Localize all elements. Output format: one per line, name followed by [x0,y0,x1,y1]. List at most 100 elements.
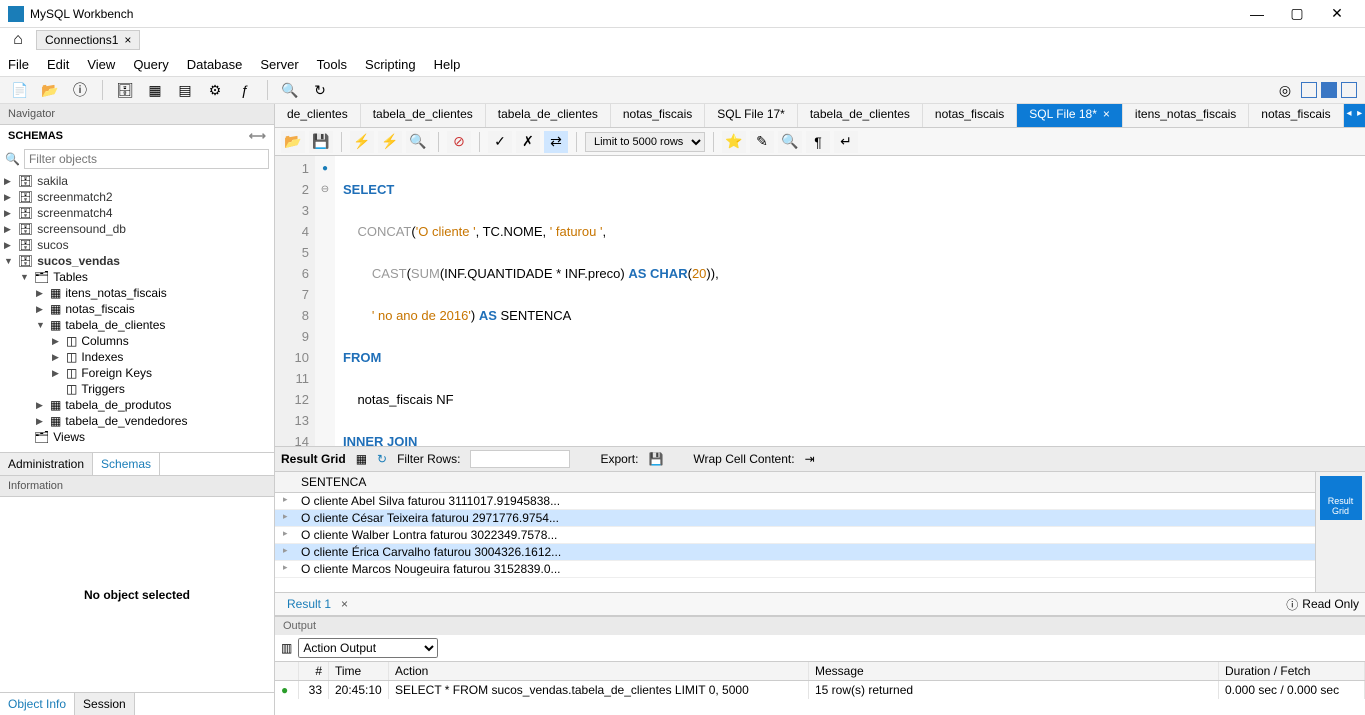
file-tab[interactable]: de_clientes [275,104,361,127]
table-itens[interactable]: itens_notas_fiscais [65,286,166,300]
commit-icon[interactable]: ✓ [488,131,512,153]
rollback-icon[interactable]: ✗ [516,131,540,153]
close-icon[interactable]: × [1103,107,1110,121]
tab-object-info[interactable]: Object Info [0,693,75,715]
file-tab[interactable]: tabela_de_clientes [486,104,611,127]
filter-input[interactable] [24,149,269,169]
add-schema-icon[interactable]: 🗄 [113,79,137,101]
output-history-icon[interactable]: ▥ [281,641,292,655]
toggle-sidebar-icon[interactable] [1301,82,1317,98]
toggle-secondary-icon[interactable] [1321,82,1337,98]
db-sucos-vendas[interactable]: sucos_vendas [37,254,120,268]
new-sql-tab-icon[interactable]: 📄 [8,79,32,101]
grid-row[interactable]: O cliente Abel Silva faturou 3111017.919… [275,493,1315,510]
db-search-icon[interactable]: 🔍 [278,79,302,101]
filter-rows-input[interactable] [470,450,570,468]
refresh-icon[interactable]: ↻ [377,452,387,466]
stop-icon[interactable]: ⊘ [447,131,471,153]
execute-current-icon[interactable]: ⚡ [378,131,402,153]
wrap-icon[interactable]: ↵ [834,131,858,153]
output-type-select[interactable]: Action Output [298,638,438,658]
output-grid[interactable]: # Time Action Message Duration / Fetch ●… [275,661,1365,715]
menu-edit[interactable]: Edit [47,57,69,72]
add-func-icon[interactable]: ƒ [233,79,257,101]
menu-view[interactable]: View [87,57,115,72]
menu-server[interactable]: Server [260,57,298,72]
home-icon[interactable]: ⌂ [0,31,36,49]
add-proc-icon[interactable]: ⚙ [203,79,227,101]
open-icon[interactable]: 📂 [281,131,305,153]
db-screensound[interactable]: screensound_db [37,222,126,236]
tables-folder[interactable]: Tables [53,270,88,284]
find-icon[interactable]: 🔍 [778,131,802,153]
file-tab[interactable]: itens_notas_fiscais [1123,104,1249,127]
db-screenmatch4[interactable]: screenmatch4 [37,206,112,220]
grid-row[interactable]: O cliente Marcos Nougeuira faturou 31528… [275,561,1315,578]
export-icon[interactable]: 💾 [648,452,663,466]
file-tab[interactable]: tabela_de_clientes [361,104,486,127]
menu-help[interactable]: Help [434,57,461,72]
result-grid[interactable]: SENTENCA O cliente Abel Silva faturou 31… [275,472,1315,592]
brush-icon[interactable]: ✎ [750,131,774,153]
file-tab[interactable]: SQL File 17* [705,104,798,127]
execute-icon[interactable]: ⚡ [350,131,374,153]
schema-tree[interactable]: ▶🗄sakila ▶🗄screenmatch2 ▶🗄screenmatch4 ▶… [0,171,274,452]
columns-folder[interactable]: Columns [81,334,128,348]
add-view-icon[interactable]: ▤ [173,79,197,101]
grid-row[interactable]: O cliente César Teixeira faturou 2971776… [275,510,1315,527]
db-sucos[interactable]: sucos [37,238,68,252]
beautify-icon[interactable]: ⭐ [722,131,746,153]
wrap-icon[interactable]: ⇥ [805,452,815,466]
file-tab[interactable]: tabela_de_clientes [798,104,923,127]
db-screenmatch2[interactable]: screenmatch2 [37,190,112,204]
toggle-output-icon[interactable] [1341,82,1357,98]
views-folder[interactable]: Views [53,430,85,444]
sql-editor[interactable]: 1234567891011121314 ●⊖ SELECT CONCAT('O … [275,156,1365,446]
minimize-button[interactable]: — [1237,6,1277,22]
table-vendedores[interactable]: tabela_de_vendedores [65,414,187,428]
grid-icon[interactable]: ▦ [356,452,367,466]
tab-schemas[interactable]: Schemas [93,453,160,475]
fk-folder[interactable]: Foreign Keys [81,366,152,380]
grid-row[interactable]: O cliente Walber Lontra faturou 3022349.… [275,527,1315,544]
table-clientes[interactable]: tabela_de_clientes [65,318,165,332]
maximize-button[interactable]: ▢ [1277,5,1317,22]
tab-administration[interactable]: Administration [0,453,93,475]
close-button[interactable]: ✕ [1317,5,1357,22]
table-produtos[interactable]: tabela_de_produtos [65,398,171,412]
menu-tools[interactable]: Tools [317,57,347,72]
autocommit-icon[interactable]: ⇄ [544,131,568,153]
column-header[interactable]: SENTENCA [275,472,1315,493]
db-sakila[interactable]: sakila [37,174,68,188]
menu-database[interactable]: Database [187,57,243,72]
save-icon[interactable]: 💾 [309,131,333,153]
file-tab-active[interactable]: SQL File 18*× [1017,104,1123,127]
code-area[interactable]: SELECT CONCAT('O cliente ', TC.NOME, ' f… [335,156,1365,446]
limit-select[interactable]: Limit to 5000 rows [585,132,705,152]
file-tab[interactable]: notas_fiscais [1249,104,1343,127]
triggers-folder[interactable]: Triggers [81,382,125,396]
menu-query[interactable]: Query [133,57,168,72]
grid-row[interactable]: O cliente Érica Carvalho faturou 3004326… [275,544,1315,561]
file-tab[interactable]: notas_fiscais [611,104,705,127]
explain-icon[interactable]: 🔍 [406,131,430,153]
output-row[interactable]: ● 33 20:45:10 SELECT * FROM sucos_vendas… [275,681,1365,699]
open-sql-icon[interactable]: 📂 [38,79,62,101]
add-table-icon[interactable]: ▦ [143,79,167,101]
indexes-folder[interactable]: Indexes [81,350,123,364]
close-icon[interactable]: × [341,597,348,611]
update-icon[interactable]: ◎ [1273,79,1297,101]
close-icon[interactable]: × [124,33,131,47]
result-grid-button[interactable]: Result Grid [1320,476,1362,520]
connection-tab[interactable]: Connections1 × [36,30,140,50]
refresh-icon[interactable]: ⟷ [249,129,266,143]
scroll-right-icon[interactable]: ▸ [1354,104,1365,127]
reconnect-icon[interactable]: ↻ [308,79,332,101]
table-notas[interactable]: notas_fiscais [65,302,134,316]
scroll-left-icon[interactable]: ◂ [1344,104,1355,127]
inspector-icon[interactable]: ⓘ [68,79,92,101]
result-tab[interactable]: Result 1 [281,595,337,613]
invisible-icon[interactable]: ¶ [806,131,830,153]
menu-scripting[interactable]: Scripting [365,57,416,72]
file-tab[interactable]: notas_fiscais [923,104,1017,127]
